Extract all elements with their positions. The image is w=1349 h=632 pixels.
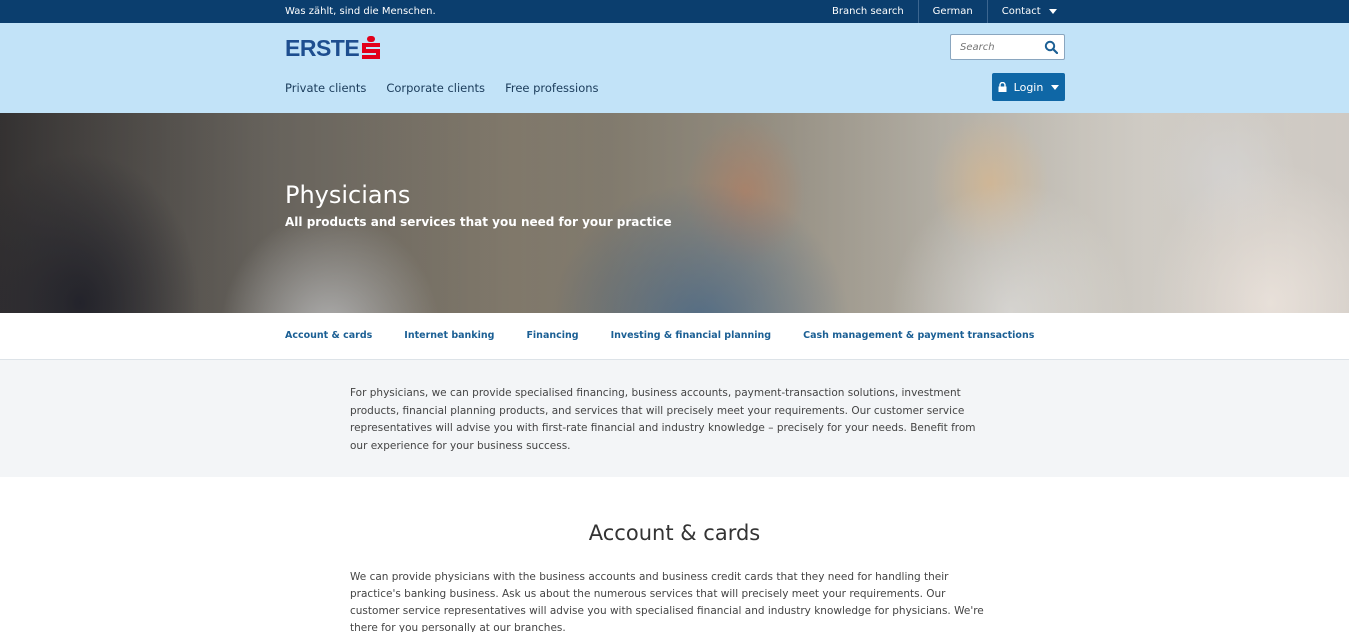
nav-corporate-clients[interactable]: Corporate clients [386, 81, 485, 95]
top-bar: Was zählt, sind die Menschen. Branch sea… [0, 0, 1349, 23]
nav-private-clients[interactable]: Private clients [285, 81, 366, 95]
page-subtitle: All products and services that you need … [285, 215, 672, 229]
contact-dropdown[interactable]: Contact [986, 0, 1071, 23]
login-button[interactable]: Login [992, 73, 1065, 101]
section-title: Account & cards [588, 521, 761, 545]
subnav-account-cards[interactable]: Account & cards [285, 330, 372, 341]
erste-logo[interactable]: ERSTE [285, 35, 381, 62]
section-text: We can provide physicians with the busin… [350, 571, 984, 632]
logo-wordmark: ERSTE [285, 35, 360, 61]
section-nav: Account & cards Internet banking Financi… [0, 313, 1349, 360]
intro-panel: For physicians, we can provide specialis… [0, 360, 1349, 477]
search-input[interactable] [951, 35, 1039, 60]
main-nav: Private clients Corporate clients Free p… [285, 81, 599, 95]
account-cards-section: Account & cards We can provide physician… [0, 477, 1349, 632]
site-header: ERSTE Private clients Corporate clients … [0, 23, 1349, 113]
subnav-investing[interactable]: Investing & financial planning [611, 330, 772, 341]
chevron-down-icon [1048, 8, 1057, 14]
page-title: Physicians [285, 181, 411, 209]
subnav-financing[interactable]: Financing [526, 330, 578, 341]
search-icon[interactable] [1044, 40, 1058, 54]
subnav-cash-management[interactable]: Cash management & payment transactions [803, 330, 1034, 341]
top-links: Branch search German Contact [818, 0, 1071, 23]
subnav-internet-banking[interactable]: Internet banking [404, 330, 494, 341]
branch-search-link[interactable]: Branch search [818, 0, 918, 23]
login-label: Login [1013, 80, 1044, 94]
chevron-down-icon [1051, 84, 1060, 90]
contact-label: Contact [1001, 6, 1041, 17]
intro-text: For physicians, we can provide specialis… [350, 387, 976, 452]
language-link[interactable]: German [917, 0, 987, 23]
search-box [950, 34, 1065, 60]
nav-free-professions[interactable]: Free professions [505, 81, 599, 95]
sparkasse-s-icon [362, 36, 381, 59]
hero-banner: Physicians All products and services tha… [0, 113, 1349, 313]
lock-icon [998, 82, 1007, 92]
hero-text: Physicians All products and services tha… [285, 181, 672, 229]
tagline: Was zählt, sind die Menschen. [285, 6, 436, 17]
